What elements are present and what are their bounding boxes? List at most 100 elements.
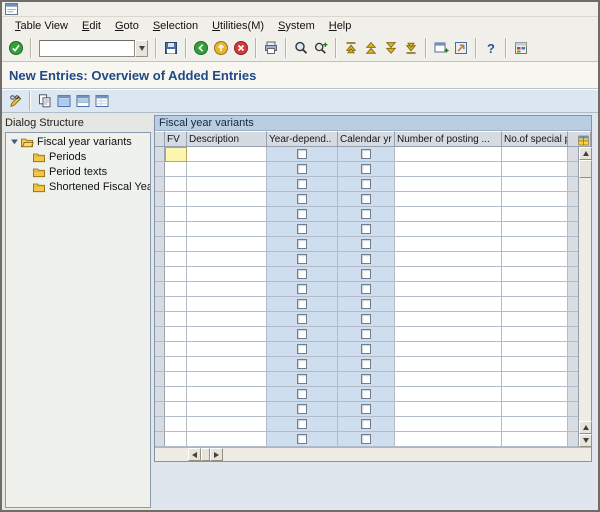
row-selector[interactable] [155,177,165,192]
row-selector[interactable] [155,387,165,402]
active-input-cell[interactable] [165,147,187,162]
tree-node-shortened-fiscal-year[interactable]: Shortened Fiscal Year [6,179,150,194]
cell-description[interactable] [187,342,267,357]
column-header-calendar-yr[interactable]: Calendar yr [338,131,395,147]
row-selector[interactable] [155,192,165,207]
cell-calendar-yr[interactable] [338,282,395,297]
cell-calendar-yr[interactable] [338,162,395,177]
year-dependent-checkbox[interactable] [297,164,307,174]
cell-number-of-posting[interactable] [395,297,502,312]
cell-fv[interactable] [165,387,187,402]
calendar-year-checkbox[interactable] [361,254,371,264]
row-selector[interactable] [155,222,165,237]
cell-fv[interactable] [165,432,187,447]
cell-number-of-posting[interactable] [395,237,502,252]
cell-description[interactable] [187,177,267,192]
calendar-year-checkbox[interactable] [361,374,371,384]
calendar-year-checkbox[interactable] [361,389,371,399]
cell-fv[interactable] [165,252,187,267]
menu-help[interactable]: Help [322,19,359,33]
cell-number-of-posting[interactable] [395,252,502,267]
cell-year-depend[interactable] [267,312,338,327]
column-header-no-of-special-peri[interactable]: No.of special peri [502,131,568,147]
row-selector[interactable] [155,237,165,252]
cell-description[interactable] [187,237,267,252]
create-shortcut-icon[interactable] [451,38,471,58]
collapse-icon[interactable] [8,137,20,146]
cell-year-depend[interactable] [267,342,338,357]
cell-year-depend[interactable] [267,432,338,447]
cell-number-of-posting[interactable] [395,162,502,177]
cell-year-depend[interactable] [267,177,338,192]
column-header-year-depend[interactable]: Year-depend.. [267,131,338,147]
previous-page-icon[interactable] [361,38,381,58]
cell-fv[interactable] [165,177,187,192]
cell-no-of-special-peri[interactable] [502,252,568,267]
sap-window-icon[interactable] [5,3,18,15]
year-dependent-checkbox[interactable] [297,314,307,324]
scroll-left-button[interactable] [188,448,201,461]
cell-calendar-yr[interactable] [338,177,395,192]
command-field-dropdown-icon[interactable] [135,40,148,57]
cell-description[interactable] [187,207,267,222]
cell-number-of-posting[interactable] [395,387,502,402]
cell-calendar-yr[interactable] [338,342,395,357]
select-block-icon[interactable] [73,92,92,111]
menu-goto[interactable]: Goto [108,19,146,33]
display-change-icon[interactable] [6,92,25,111]
cell-year-depend[interactable] [267,327,338,342]
menu-system[interactable]: System [271,19,322,33]
cell-description[interactable] [187,402,267,417]
cell-year-depend[interactable] [267,282,338,297]
cell-calendar-yr[interactable] [338,312,395,327]
year-dependent-checkbox[interactable] [297,284,307,294]
row-selector[interactable] [155,372,165,387]
year-dependent-checkbox[interactable] [297,149,307,159]
calendar-year-checkbox[interactable] [361,329,371,339]
row-selector[interactable] [155,417,165,432]
cell-description[interactable] [187,267,267,282]
tree-node-period-texts[interactable]: Period texts [6,164,150,179]
calendar-year-checkbox[interactable] [361,344,371,354]
calendar-year-checkbox[interactable] [361,314,371,324]
row-selector[interactable] [155,147,165,162]
cell-year-depend[interactable] [267,192,338,207]
cell-description[interactable] [187,282,267,297]
menu-selection[interactable]: Selection [146,19,205,33]
cell-fv[interactable] [165,282,187,297]
customize-layout-icon[interactable] [511,38,531,58]
cell-fv[interactable] [165,192,187,207]
cell-no-of-special-peri[interactable] [502,312,568,327]
calendar-year-checkbox[interactable] [361,284,371,294]
cell-fv[interactable] [165,327,187,342]
cell-no-of-special-peri[interactable] [502,372,568,387]
calendar-year-checkbox[interactable] [361,359,371,369]
menu-utilities-m[interactable]: Utilities(M) [205,19,271,33]
year-dependent-checkbox[interactable] [297,209,307,219]
first-page-icon[interactable] [341,38,361,58]
cell-no-of-special-peri[interactable] [502,207,568,222]
row-selector[interactable] [155,342,165,357]
tree-node-periods[interactable]: Periods [6,149,150,164]
cell-no-of-special-peri[interactable] [502,357,568,372]
cell-no-of-special-peri[interactable] [502,222,568,237]
cell-calendar-yr[interactable] [338,297,395,312]
cell-fv[interactable] [165,402,187,417]
cell-calendar-yr[interactable] [338,147,395,162]
cell-calendar-yr[interactable] [338,372,395,387]
cell-year-depend[interactable] [267,207,338,222]
row-selector[interactable] [155,252,165,267]
cell-calendar-yr[interactable] [338,432,395,447]
year-dependent-checkbox[interactable] [297,434,307,444]
year-dependent-checkbox[interactable] [297,389,307,399]
vertical-scroll-thumb[interactable] [579,160,592,178]
cell-no-of-special-peri[interactable] [502,282,568,297]
cell-fv[interactable] [165,267,187,282]
cell-fv[interactable] [165,342,187,357]
find-icon[interactable] [291,38,311,58]
cell-fv[interactable] [165,357,187,372]
cell-year-depend[interactable] [267,297,338,312]
cell-no-of-special-peri[interactable] [502,237,568,252]
calendar-year-checkbox[interactable] [361,179,371,189]
row-selector[interactable] [155,312,165,327]
